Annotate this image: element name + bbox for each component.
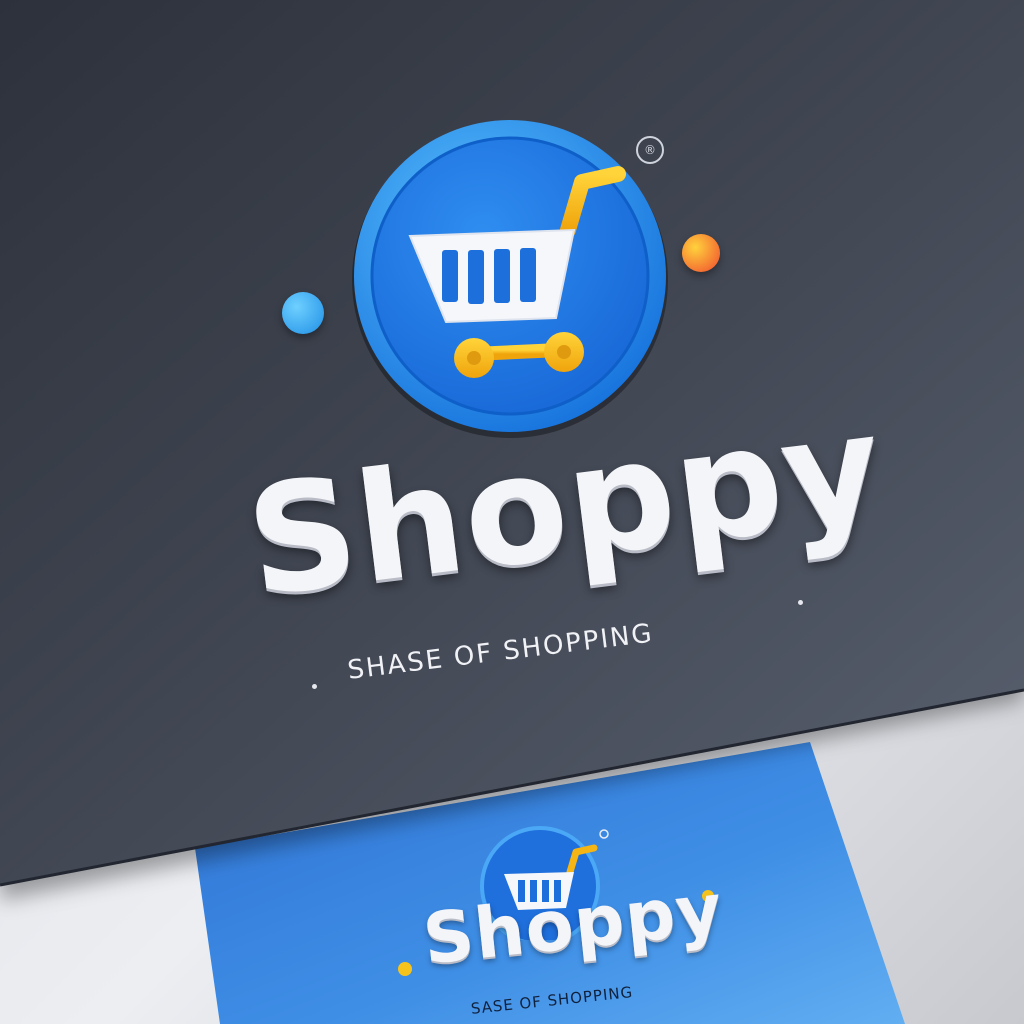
scene: ® Shoppy SHASE OF SHOPPING Shoppy SASE O… xyxy=(0,0,1024,1024)
shopping-cart-icon xyxy=(352,120,668,438)
registered-mark-text: ® xyxy=(644,143,656,157)
blue-accent-dot xyxy=(282,292,324,334)
small-yellow-dot-left xyxy=(398,962,412,976)
tagline-left-dot xyxy=(312,684,317,689)
tagline-right-dot xyxy=(798,600,803,605)
orange-accent-dot xyxy=(682,234,720,272)
registered-trademark-icon: ® xyxy=(636,136,664,164)
